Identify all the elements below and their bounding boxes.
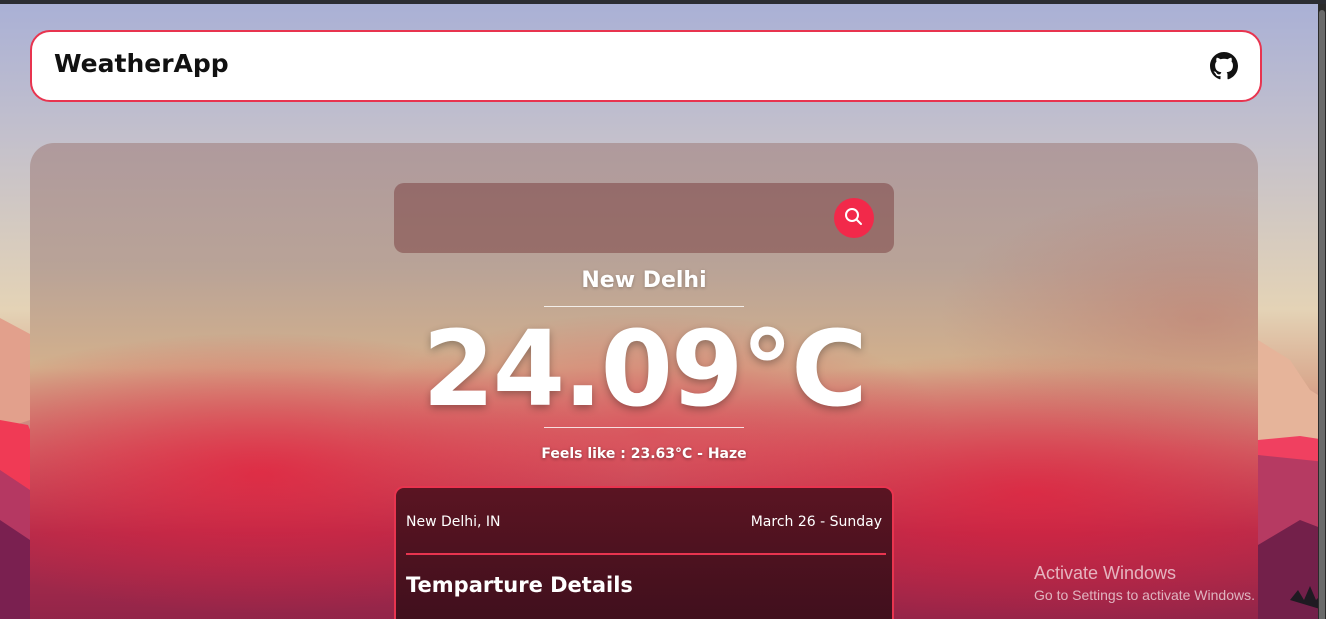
- scrollbar-thumb[interactable]: [1319, 10, 1325, 619]
- divider: [544, 306, 744, 307]
- activate-windows-watermark: Activate Windows Go to Settings to activ…: [1034, 563, 1255, 603]
- details-panel: New Delhi, IN March 26 - Sunday Tempartu…: [394, 486, 894, 619]
- location-label: New Delhi, IN: [406, 514, 501, 530]
- date-label: March 26 - Sunday: [750, 514, 882, 530]
- navbar: WeatherApp: [30, 30, 1262, 102]
- search-bar: [394, 183, 894, 253]
- temperature: 24.09°C: [422, 308, 867, 430]
- details-title: Temparture Details: [406, 573, 633, 597]
- city-name: New Delhi: [581, 268, 707, 293]
- github-icon[interactable]: [1210, 52, 1238, 80]
- feels-like: Feels like : 23.63°C - Haze: [541, 446, 747, 462]
- activate-windows-subtitle: Go to Settings to activate Windows.: [1034, 587, 1255, 603]
- activate-windows-title: Activate Windows: [1034, 563, 1177, 583]
- search-input[interactable]: [408, 201, 828, 235]
- details-divider: [406, 553, 886, 555]
- scrollbar-track[interactable]: [1318, 4, 1326, 619]
- search-button[interactable]: [834, 198, 874, 238]
- divider: [544, 427, 744, 428]
- brand-title[interactable]: WeatherApp: [54, 49, 229, 78]
